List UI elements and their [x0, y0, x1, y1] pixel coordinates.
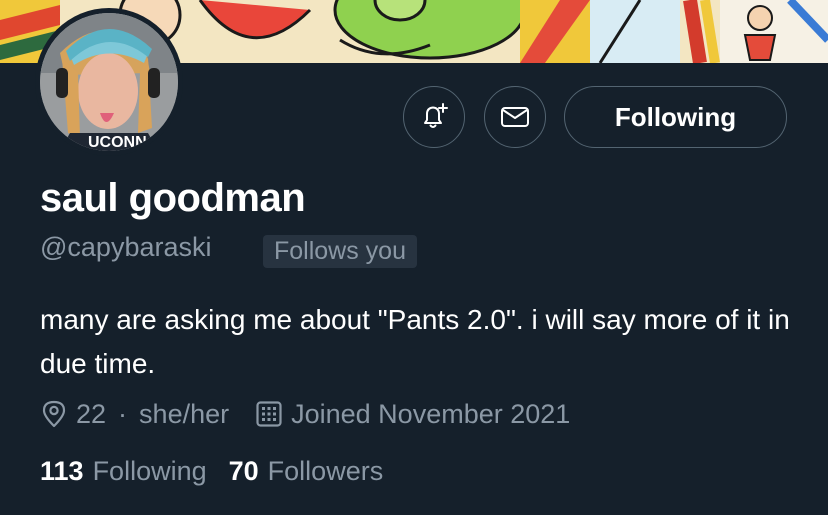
location-pin-icon — [42, 400, 66, 428]
avatar-ring: UCONN — [35, 8, 183, 156]
user-handle: @capybaraski — [40, 232, 212, 262]
followers-count: 70 — [228, 456, 259, 486]
avatar[interactable]: UCONN — [40, 13, 178, 151]
follow-stats: 113 Following 70 Followers — [40, 456, 383, 487]
following-count: 113 — [40, 456, 84, 486]
avatar-shirt-text: UCONN — [88, 134, 147, 151]
joined-date-text: Joined November 2021 — [291, 398, 571, 429]
following-label: Following — [92, 456, 207, 486]
location-text: 22 — [76, 398, 107, 429]
follows-you-badge: Follows you — [263, 235, 417, 268]
profile-bio: many are asking me about "Pants 2.0". i … — [40, 304, 790, 379]
following-stat-link[interactable]: 113 Following — [40, 456, 207, 487]
notifications-button[interactable] — [403, 86, 465, 148]
display-name: saul goodman — [40, 176, 306, 220]
envelope-icon — [501, 107, 529, 127]
followers-stat-link[interactable]: 70 Followers — [229, 456, 384, 487]
followers-label: Followers — [267, 456, 384, 486]
calendar-icon — [256, 401, 282, 427]
pronouns-text: she/her — [139, 398, 230, 429]
profile-meta-row: 22 · she/her Joined November 2021 — [40, 397, 570, 431]
following-button[interactable]: Following — [564, 86, 787, 148]
message-button[interactable] — [484, 86, 546, 148]
meta-separator: · — [118, 398, 128, 429]
bell-plus-icon — [424, 103, 448, 128]
